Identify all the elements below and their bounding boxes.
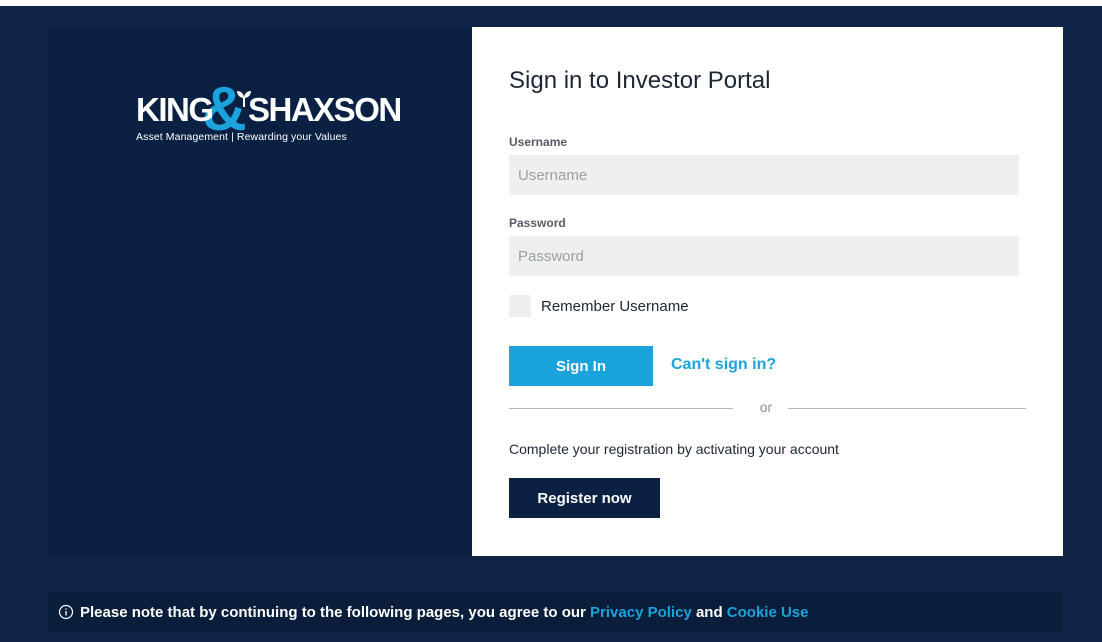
legal-notice-bar: Please note that by continuing to the fo… [48, 592, 1063, 632]
cant-signin-link[interactable]: Can't sign in? [671, 356, 776, 374]
page-title: Sign in to Investor Portal [509, 67, 771, 94]
top-edge-strip [0, 0, 1102, 6]
divider-line-right [788, 408, 1026, 409]
divider-or-label: or [759, 399, 773, 415]
notice-conjunction: and [695, 603, 723, 621]
activation-text: Complete your registration by activating… [509, 441, 839, 457]
sprout-icon [237, 91, 251, 107]
remember-username-row: Remember Username [509, 295, 689, 317]
password-label: Password [509, 216, 566, 230]
remember-username-checkbox[interactable] [509, 295, 531, 317]
register-now-button[interactable]: Register now [509, 478, 660, 518]
legal-notice-text: Please note that by continuing to the fo… [80, 604, 809, 621]
divider-line-left [509, 408, 733, 409]
login-panel: & KING SHAXSON Asset Management | Reward… [48, 27, 1063, 556]
signin-form: Sign in to Investor Portal Username Pass… [472, 27, 1063, 556]
username-label: Username [509, 135, 568, 149]
brand-pane: & KING SHAXSON Asset Management | Reward… [48, 27, 472, 556]
logo-word-king: KING [136, 91, 214, 128]
company-logo: & KING SHAXSON Asset Management | Reward… [136, 69, 402, 149]
privacy-policy-link[interactable]: Privacy Policy [590, 604, 692, 621]
cookie-use-link[interactable]: Cookie Use [727, 604, 809, 621]
password-input[interactable] [509, 236, 1019, 276]
logo-word-shaxson: SHAXSON [248, 91, 402, 128]
username-input[interactable] [509, 155, 1019, 195]
signin-button[interactable]: Sign In [509, 346, 653, 386]
logo-tagline: Asset Management | Rewarding your Values [136, 131, 347, 143]
remember-username-label[interactable]: Remember Username [541, 298, 689, 315]
info-icon [58, 604, 74, 620]
notice-prefix: Please note that by continuing to the fo… [80, 603, 586, 621]
